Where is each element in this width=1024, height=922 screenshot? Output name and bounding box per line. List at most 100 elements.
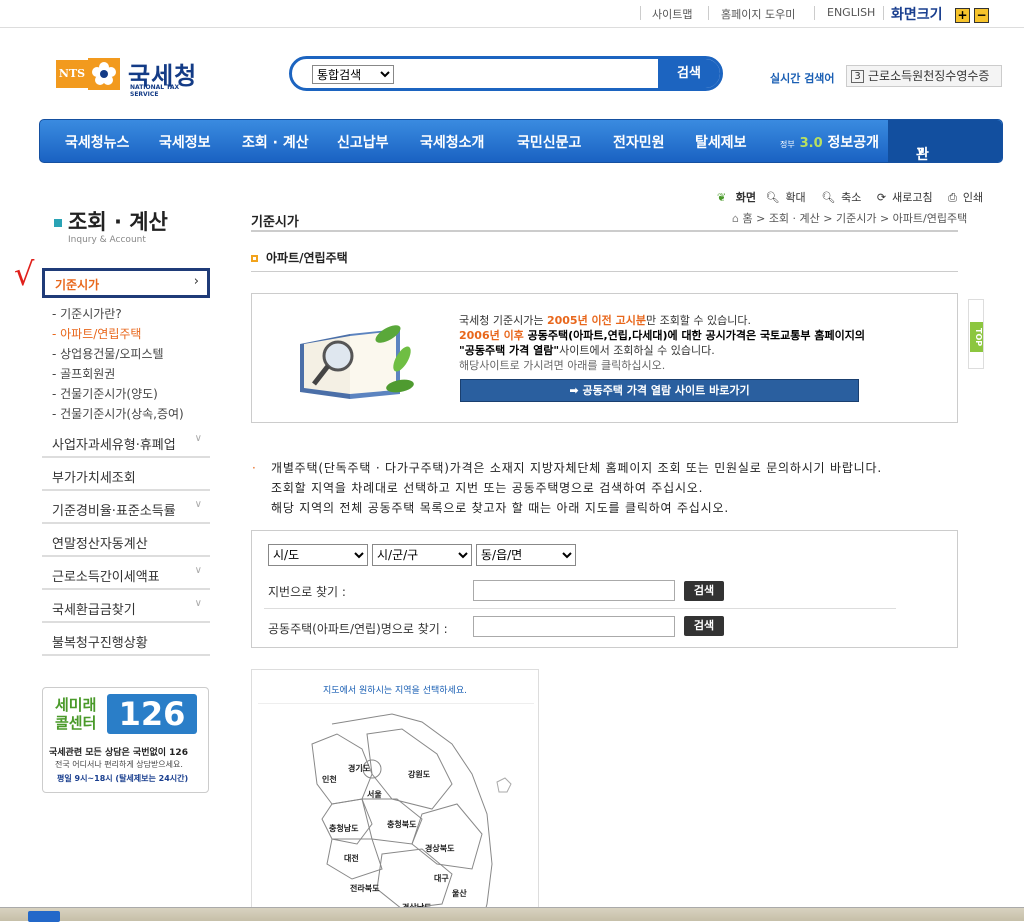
zoom-out-tool[interactable]: 🔍︎ 축소 <box>821 191 867 204</box>
nts-logo[interactable]: NTS 국세청 NATIONAL TAX SERVICE <box>56 58 206 98</box>
magnifier-icon: 🔍︎ <box>821 191 836 204</box>
square-bullet-icon <box>251 255 258 262</box>
nav-item-tax-info[interactable]: 국세정보 <box>159 132 211 152</box>
apartment-name-search-button[interactable]: 검색 <box>684 616 724 636</box>
page-tools: ❦ 화면 🔍︎ 확대 🔍︎ 축소 ⟳ 새로고침 ⎙ 인쇄 <box>717 189 995 205</box>
sidebar-menu-wage-table[interactable]: 근로소득간이세액표 ∨ <box>42 557 210 590</box>
chevron-right-icon: › <box>193 274 199 289</box>
call-center-text2: 콜센터 <box>55 714 97 732</box>
logo-subtitle: NATIONAL TAX SERVICE <box>130 84 180 98</box>
nts-badge: NTS <box>56 60 88 88</box>
rose-of-sharon-icon <box>88 58 120 90</box>
region-daegu[interactable]: 대구 <box>434 873 449 884</box>
nav-item-inquiry[interactable]: 조회 · 계산 <box>242 132 309 152</box>
zoom-out-button[interactable]: − <box>974 8 989 23</box>
apartment-name-search-label: 공동주택(아파트/연립)명으로 찾기 : <box>268 622 448 636</box>
nav-item-open-info[interactable]: 정부 3.0 정보공개 <box>780 132 879 152</box>
subitem-golf[interactable]: - 골프회원권 <box>52 365 115 382</box>
sidebar-menu-vat[interactable]: 부가가치세조회 <box>42 458 210 491</box>
nav-item-news[interactable]: 국세청뉴스 <box>65 132 129 152</box>
sidebar-item-standard-price[interactable]: 기준시가 › <box>42 268 210 298</box>
open-info-label: 정보공개 <box>827 135 880 151</box>
region-daejeon[interactable]: 대전 <box>344 853 359 864</box>
nav-item-e-civil[interactable]: 전자민원 <box>613 132 665 152</box>
breadcrumb: ⌂ 홈 > 조회 · 계산 > 기준시가 > 아파트/연립주택 <box>732 212 968 225</box>
apartment-price-site-link[interactable]: ➡ 공동주택 가격 열람 사이트 바로가기 <box>460 379 859 402</box>
region-chungnam[interactable]: 충청남도 <box>329 823 358 834</box>
chevron-down-icon: ∨ <box>916 144 925 157</box>
sido-select[interactable]: 시/도 <box>268 544 368 566</box>
chevron-down-icon: ∨ <box>194 565 202 576</box>
subitem-apartment[interactable]: - 아파트/연립주택 <box>52 325 141 342</box>
call-center-line3: 평일 9시~18시 (탈세제보는 24시간) <box>57 774 189 783</box>
page-title: 기준시가 <box>251 215 299 230</box>
sidebar-menu-yearend[interactable]: 연말정산자동계산 <box>42 524 210 557</box>
homepage-help-link[interactable]: 홈페이지 도우미 <box>721 6 795 22</box>
book-magnifier-icon <box>300 325 414 399</box>
region-gyeonggi[interactable]: 경기도 <box>348 763 370 774</box>
chevron-down-icon: ∨ <box>194 499 202 510</box>
sidebar-subtitle: Inqury & Account <box>68 235 146 245</box>
scroll-top-button[interactable]: TOP <box>968 299 984 369</box>
rank-badge: 3 <box>851 70 864 83</box>
map-instruction: 지도에서 원하시는 지역을 선택하세요. <box>323 686 467 696</box>
subitem-building-transfer[interactable]: - 건물기준시가(양도) <box>52 385 158 402</box>
region-ulsan[interactable]: 울산 <box>452 888 467 899</box>
info-text: 국세청 기준시가는 2005년 이전 고시분만 조회할 수 있습니다. 2006… <box>459 314 865 372</box>
zoom-in-button[interactable]: + <box>955 8 970 23</box>
search-scope-select[interactable]: 통합검색 <box>312 65 394 84</box>
call-number-126: 126 <box>107 694 197 734</box>
home-icon: ⌂ <box>732 212 739 225</box>
nav-item-report[interactable]: 탈세제보 <box>695 132 747 152</box>
korea-map <box>311 713 512 920</box>
print-tool[interactable]: ⎙ 인쇄 <box>948 191 989 204</box>
printer-icon: ⎙ <box>948 191 957 204</box>
refresh-tool[interactable]: ⟳ 새로고침 <box>877 191 939 204</box>
english-link[interactable]: ENGLISH <box>827 6 875 19</box>
apartment-name-input[interactable] <box>473 616 675 637</box>
zoom-in-tool[interactable]: 🔍︎ 확대 <box>765 191 811 204</box>
call-center-banner[interactable]: 세미래 콜센터 126 국세관련 모든 상담은 국번없이 126 전국 어디서나… <box>42 687 209 793</box>
realtime-search-term[interactable]: 3 근로소득원천징수영수증 <box>846 65 1002 87</box>
divider <box>251 271 958 272</box>
call-center-line2: 전국 어디서나 편리하게 상담받으세요. <box>55 760 183 769</box>
region-seoul[interactable]: 서울 <box>367 789 382 800</box>
nav-item-filing[interactable]: 신고납부 <box>337 132 389 152</box>
dong-select[interactable]: 동/읍/면 <box>476 544 576 566</box>
subitem-building-inherit[interactable]: - 건물기준시가(상속,증여) <box>52 405 184 422</box>
start-button[interactable] <box>28 911 60 922</box>
divider <box>883 6 884 20</box>
sigungu-select[interactable]: 시/군/구 <box>372 544 472 566</box>
utility-bar: 사이트맵 홈페이지 도우미 ENGLISH 화면크기 + − <box>0 0 1024 28</box>
sidebar-menu-expense[interactable]: 기준경비율·표준소득률 ∨ <box>42 491 210 524</box>
search-button[interactable]: 검색 <box>658 59 720 88</box>
nav-item-about[interactable]: 국세청소개 <box>420 132 484 152</box>
divider <box>708 6 709 20</box>
chevron-down-icon: ∨ <box>194 433 202 444</box>
tools-label: 화면 <box>735 191 756 204</box>
region-gyeongbuk[interactable]: 경상북도 <box>425 843 454 854</box>
jibun-input[interactable] <box>473 580 675 601</box>
region-jeonbuk[interactable]: 전라북도 <box>350 883 379 894</box>
refresh-icon: ⟳ <box>876 191 887 204</box>
region-chungbuk[interactable]: 충청북도 <box>387 819 416 830</box>
divider <box>814 6 815 20</box>
region-search-form: 시/도 시/군/구 동/읍/면 지번으로 찾기 : 검색 공동주택(아파트/연립… <box>251 530 958 648</box>
nav-item-petition[interactable]: 국민신문고 <box>517 132 581 152</box>
related-sites-dropdown[interactable]: 관련사이트 ∨ <box>888 120 1002 243</box>
font-size-label: 화면크기 <box>891 7 943 23</box>
subitem-commercial[interactable]: - 상업용건물/오피스텔 <box>52 345 164 362</box>
sitemap-link[interactable]: 사이트맵 <box>652 6 692 22</box>
region-incheon[interactable]: 인천 <box>322 774 337 785</box>
sidebar-menu-refund[interactable]: 국세환급금찾기 ∨ <box>42 590 210 623</box>
jibun-search-button[interactable]: 검색 <box>684 581 724 601</box>
sidebar-title: 조회 · 계산 <box>54 206 168 236</box>
sidebar-menu-business[interactable]: 사업자과세유형·휴폐업 ∨ <box>42 425 210 458</box>
red-checkmark-icon: √ <box>14 255 35 293</box>
sidebar-menu-appeal[interactable]: 불복청구진행상황 <box>42 623 210 656</box>
jibun-search-label: 지번으로 찾기 : <box>268 585 346 599</box>
subitem-what-is[interactable]: - 기준시가란? <box>52 305 122 322</box>
divider <box>264 608 896 609</box>
region-gangwon[interactable]: 강원도 <box>408 769 430 780</box>
region-map[interactable]: 지도에서 원하시는 지역을 선택하세요. 경기도 강원도 인천 서울 충청남도 … <box>251 669 539 921</box>
